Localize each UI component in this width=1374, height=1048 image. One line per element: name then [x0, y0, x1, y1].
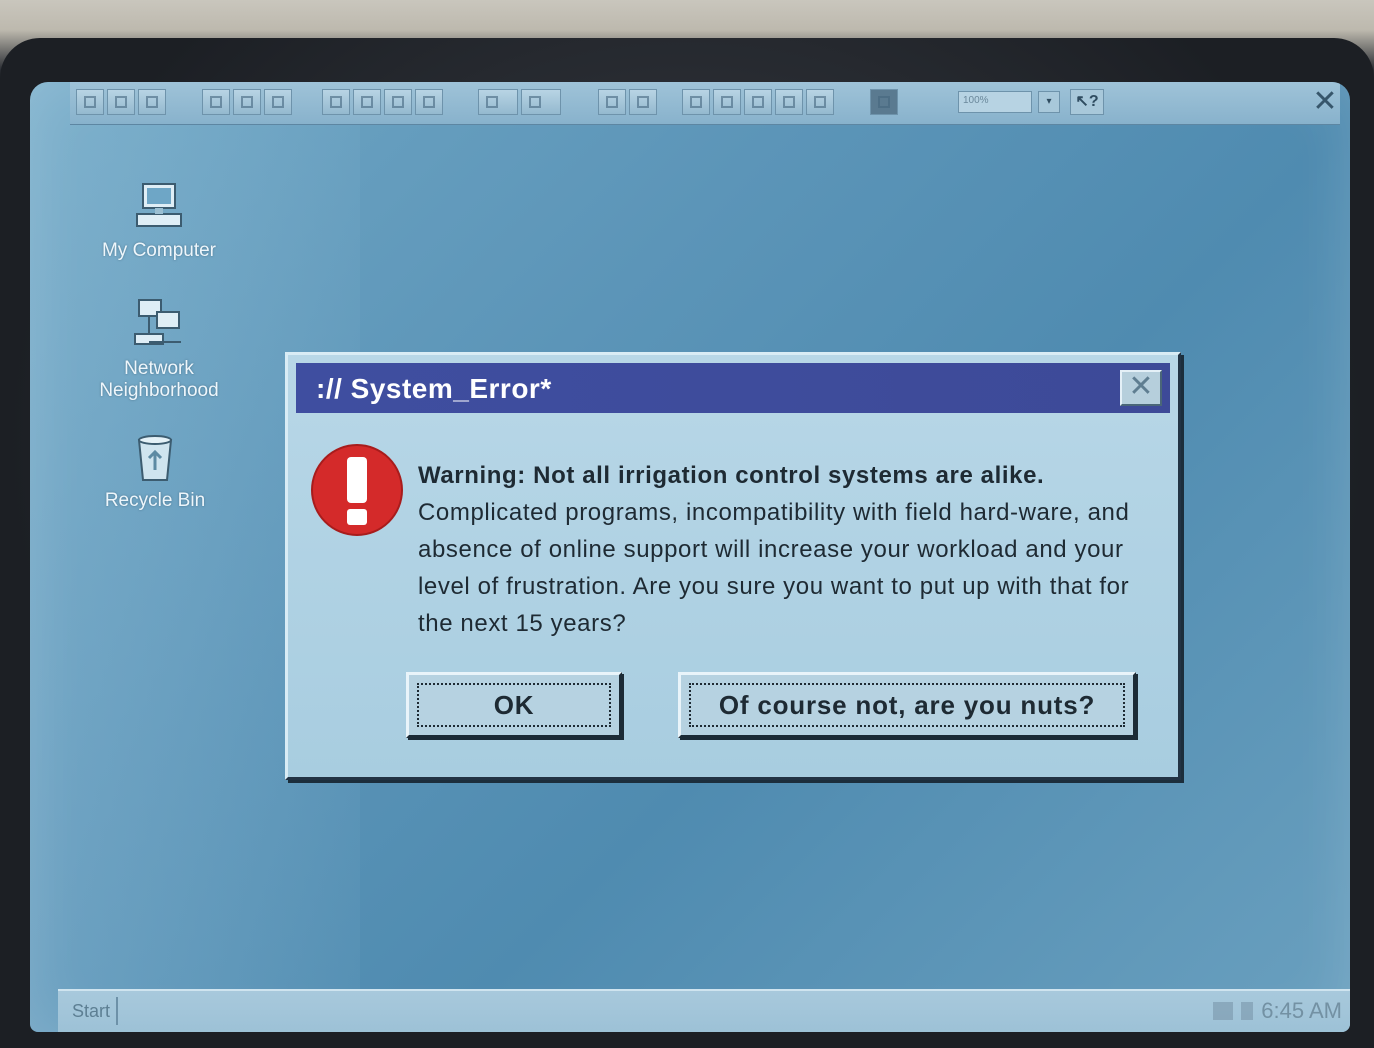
help-icon[interactable]: ↖? [1070, 89, 1104, 115]
paste-icon[interactable] [384, 89, 412, 115]
close-icon[interactable]: ✕ [1310, 87, 1340, 118]
hyperlink-icon[interactable] [598, 89, 626, 115]
desktop-icon-label: My Computer [101, 240, 217, 261]
desktop-icon-label: Recycle Bin [104, 490, 206, 511]
cancel-button-label: Of course not, are you nuts? [689, 683, 1125, 727]
new-icon[interactable] [76, 89, 104, 115]
text-dropdown-icon[interactable] [521, 89, 561, 115]
close-icon[interactable]: ✕ [1120, 370, 1162, 406]
spreadsheet-icon[interactable] [713, 89, 741, 115]
warning-icon [310, 443, 404, 537]
toolbar-edit-group [322, 89, 443, 117]
computer-icon [131, 180, 187, 236]
clock[interactable]: 6:45 AM [1261, 998, 1342, 1024]
drawing-icon[interactable] [775, 89, 803, 115]
spellcheck-icon[interactable] [264, 89, 292, 115]
cut-icon[interactable] [322, 89, 350, 115]
chevron-down-icon[interactable]: ▾ [1038, 91, 1060, 113]
recycle-bin-icon [127, 430, 183, 486]
toolbar-draw-group [478, 89, 561, 117]
toolbar-link-group [598, 89, 657, 117]
web-toolbar-icon[interactable] [629, 89, 657, 115]
print-icon[interactable] [202, 89, 230, 115]
dialog-message: Warning: Not all irrigation control syst… [418, 457, 1158, 642]
dialog-titlebar[interactable]: :// System_Error* ✕ [296, 363, 1170, 413]
taskbar: Start 6:45 AM [58, 989, 1350, 1032]
system-tray: 6:45 AM [1213, 997, 1342, 1025]
print-preview-icon[interactable] [233, 89, 261, 115]
table-icon[interactable] [682, 89, 710, 115]
app-toolbar: 100% ▾ ↖? ✕ [70, 82, 1340, 125]
open-icon[interactable] [107, 89, 135, 115]
network-icon [131, 298, 187, 354]
warning-body: Complicated programs, incompatibility wi… [418, 499, 1130, 637]
desktop-icon-recycle-bin[interactable]: Recycle Bin [70, 430, 240, 512]
copy-icon[interactable] [353, 89, 381, 115]
toolbar-insert-group [682, 89, 834, 117]
desktop-icon-my-computer[interactable]: My Computer [74, 180, 244, 262]
toolbar-view-group [870, 89, 898, 117]
toolbar-print-group [202, 89, 292, 117]
chart-icon[interactable] [806, 89, 834, 115]
zoom-select[interactable]: 100% [958, 91, 1032, 113]
ok-button-label: OK [417, 683, 611, 727]
paragraph-mark-icon[interactable] [870, 89, 898, 115]
cancel-button[interactable]: Of course not, are you nuts? [678, 672, 1136, 738]
desktop-icon-network-neighborhood[interactable]: Network Neighborhood [74, 298, 244, 402]
start-button[interactable]: Start [66, 997, 119, 1025]
system-error-dialog: :// System_Error* ✕ Warning: Not all irr… [285, 352, 1181, 780]
columns-icon[interactable] [744, 89, 772, 115]
volume-icon[interactable] [1241, 1002, 1254, 1020]
save-icon[interactable] [138, 89, 166, 115]
dialog-title: :// System_Error* [316, 373, 552, 404]
format-painter-icon[interactable] [415, 89, 443, 115]
desktop-screen: 100% ▾ ↖? ✕ My Computer Network Neighbor… [30, 82, 1350, 1032]
pen-dropdown-icon[interactable] [478, 89, 518, 115]
toolbar-file-group [76, 89, 166, 117]
warning-heading: Warning: Not all irrigation control syst… [418, 462, 1045, 489]
network-tray-icon[interactable] [1213, 1002, 1234, 1020]
ok-button[interactable]: OK [406, 672, 622, 738]
desktop-icon-label: Network Neighborhood [99, 358, 219, 401]
